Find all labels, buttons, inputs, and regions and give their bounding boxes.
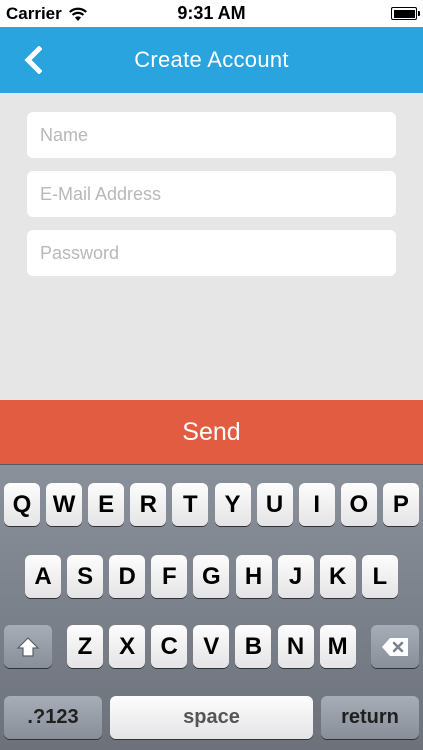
key-n[interactable]: N: [277, 625, 314, 668]
key-e[interactable]: E: [88, 483, 125, 526]
key-o[interactable]: O: [340, 483, 377, 526]
key-y[interactable]: Y: [214, 483, 251, 526]
key-m[interactable]: M: [319, 625, 356, 668]
key-c[interactable]: C: [151, 625, 188, 668]
key-h[interactable]: H: [235, 555, 272, 598]
back-button[interactable]: [18, 43, 48, 77]
numbers-key[interactable]: .?123: [4, 696, 102, 739]
wifi-icon: [68, 7, 87, 21]
carrier-label: Carrier: [6, 3, 62, 23]
key-l[interactable]: L: [361, 555, 398, 598]
key-a[interactable]: A: [25, 555, 61, 598]
keyboard: .?123 space return QWERTYUIOP ASDFGHJKL ZX…: [0, 464, 423, 750]
space-key[interactable]: space: [110, 696, 313, 739]
nav-bar: Create Account: [0, 27, 423, 93]
key-z[interactable]: Z: [67, 625, 103, 668]
key-f[interactable]: F: [151, 555, 188, 598]
key-v[interactable]: V: [193, 625, 230, 668]
key-b[interactable]: B: [235, 625, 272, 668]
key-p[interactable]: P: [382, 483, 419, 526]
battery-icon: [391, 7, 420, 20]
key-j[interactable]: J: [277, 555, 314, 598]
key-t[interactable]: T: [172, 483, 209, 526]
page-title: Create Account: [134, 47, 289, 72]
shift-key[interactable]: [4, 625, 52, 668]
battery-level: [393, 9, 415, 18]
key-k[interactable]: K: [319, 555, 356, 598]
delete-backspace-icon: [382, 637, 408, 656]
key-g[interactable]: G: [193, 555, 230, 598]
key-r[interactable]: R: [130, 483, 167, 526]
status-left: Carrier: [6, 4, 88, 24]
return-key[interactable]: return: [321, 696, 419, 739]
key-s[interactable]: S: [67, 555, 104, 598]
key-q[interactable]: Q: [4, 483, 40, 526]
key-w[interactable]: W: [46, 483, 83, 526]
delete-key[interactable]: [371, 625, 419, 668]
status-bar: Carrier 9:31 AM: [0, 0, 423, 27]
send-button[interactable]: Send: [0, 400, 423, 464]
key-u[interactable]: U: [256, 483, 293, 526]
key-i[interactable]: I: [298, 483, 335, 526]
name-field[interactable]: [27, 112, 396, 158]
shift-arrow-icon: [16, 636, 40, 657]
key-d[interactable]: D: [109, 555, 146, 598]
key-x[interactable]: X: [109, 625, 146, 668]
email-field[interactable]: [27, 171, 396, 217]
password-field[interactable]: [27, 230, 396, 276]
back-chevron-icon: [24, 46, 42, 74]
create-account-form: [27, 112, 396, 289]
